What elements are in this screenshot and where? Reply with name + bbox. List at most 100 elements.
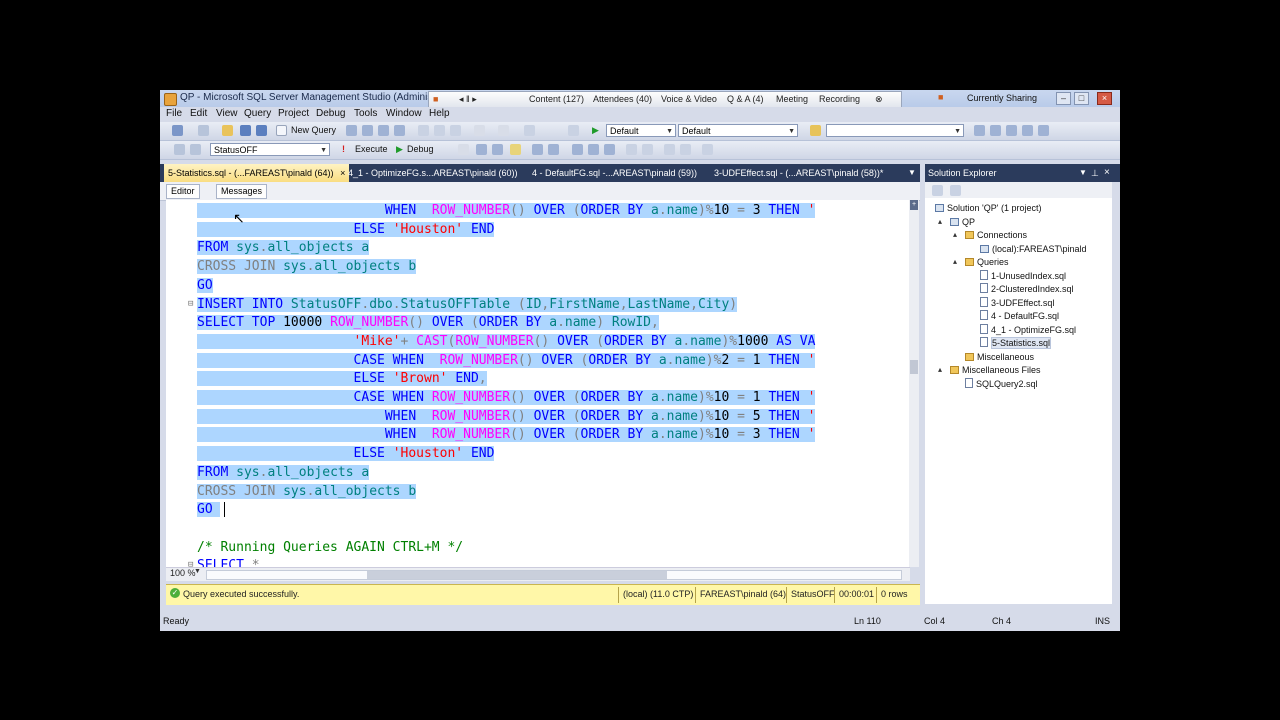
code-line[interactable]: CASE WHEN ROW_NUMBER() OVER (ORDER BY a.… — [197, 351, 816, 370]
object-explorer-icon[interactable] — [1022, 125, 1033, 136]
change-connection-icon[interactable] — [190, 144, 201, 155]
display-plan-icon[interactable] — [492, 144, 503, 155]
menu-project[interactable]: Project — [278, 108, 309, 119]
uncomment-icon[interactable] — [642, 144, 653, 155]
cut-icon[interactable] — [418, 125, 429, 136]
tree-item[interactable]: Miscellaneous — [965, 351, 1034, 363]
find-in-files-icon[interactable] — [810, 125, 821, 136]
execute-icon[interactable]: ! — [342, 144, 345, 154]
find-combo[interactable]: ▼ — [826, 124, 964, 137]
toolbar-options-icon[interactable] — [1038, 125, 1049, 136]
tree-item[interactable]: SQLQuery2.sql — [965, 377, 1038, 390]
share-qa[interactable]: Q & A (4) — [727, 94, 764, 104]
decrease-indent-icon[interactable] — [664, 144, 675, 155]
share-icon[interactable]: ■ — [433, 94, 438, 104]
share-recording[interactable]: Recording — [819, 94, 860, 104]
fold-toggle-icon[interactable]: ⊟ — [188, 560, 193, 567]
new-project-icon[interactable] — [172, 125, 183, 136]
menu-edit[interactable]: Edit — [190, 108, 207, 119]
code-line[interactable]: INSERT INTO StatusOFF.dbo.StatusOFFTable… — [197, 295, 738, 314]
code-line[interactable]: CROSS JOIN sys.all_objects b — [197, 482, 417, 501]
undo-icon[interactable] — [474, 125, 485, 136]
menu-window[interactable]: Window — [386, 108, 422, 119]
share-voice-video[interactable]: Voice & Video — [661, 94, 717, 104]
navigate-back-icon[interactable] — [524, 125, 535, 136]
share-attendees[interactable]: Attendees (40) — [593, 94, 652, 104]
mdx-query-icon[interactable] — [378, 125, 389, 136]
code-line[interactable]: WHEN ROW_NUMBER() OVER (ORDER BY a.name)… — [197, 407, 816, 426]
code-line[interactable]: WHEN ROW_NUMBER() OVER (ORDER BY a.name)… — [197, 201, 816, 220]
code-line[interactable]: /* Running Queries AGAIN CTRL+M */ — [197, 538, 463, 557]
pin-icon[interactable]: ⊥ — [1091, 164, 1099, 182]
client-stats-icon[interactable] — [548, 144, 559, 155]
redo-icon[interactable] — [498, 125, 509, 136]
maximize-button[interactable]: □ — [1074, 92, 1089, 105]
find-icon[interactable] — [568, 125, 579, 136]
split-icon[interactable]: + — [910, 200, 918, 210]
query-designer-icon[interactable] — [510, 144, 521, 155]
cancel-query-icon[interactable] — [458, 144, 469, 155]
connect-icon[interactable] — [174, 144, 185, 155]
copy-icon[interactable] — [434, 125, 445, 136]
share-meeting[interactable]: Meeting — [776, 94, 808, 104]
results-to-file-icon[interactable] — [604, 144, 615, 155]
code-line[interactable]: SELECT TOP 10000 ROW_NUMBER() OVER (ORDE… — [197, 313, 659, 332]
code-line[interactable]: GO — [197, 500, 221, 519]
tab-messages[interactable]: Messages — [216, 184, 268, 199]
sql-editor[interactable]: WHEN ROW_NUMBER() OVER (ORDER BY a.name)… — [166, 200, 909, 567]
tree-item[interactable]: 4 - DefaultFG.sql — [980, 310, 1059, 322]
tree-item[interactable]: (local):FAREAST\pinald — [980, 243, 1087, 255]
tab-editor[interactable]: Editor — [166, 184, 200, 199]
tree-item[interactable]: 5-Statistics.sql — [980, 337, 1052, 349]
analysis-query-icon[interactable] — [362, 125, 373, 136]
expand-arrow-icon[interactable]: ▴ — [953, 256, 957, 268]
open-file-icon[interactable] — [222, 125, 233, 136]
expand-arrow-icon[interactable]: ▴ — [953, 229, 957, 241]
tree-item[interactable]: ▴ Queries — [953, 256, 1009, 268]
code-line[interactable]: CASE WHEN ROW_NUMBER() OVER (ORDER BY a.… — [197, 388, 816, 407]
new-query-icon[interactable] — [276, 125, 287, 136]
horizontal-scrollbar[interactable] — [206, 570, 902, 580]
results-to-grid-icon[interactable] — [588, 144, 599, 155]
share-content[interactable]: Content (127) — [529, 94, 584, 104]
increase-indent-icon[interactable] — [680, 144, 691, 155]
execute-button[interactable]: Execute — [355, 144, 388, 154]
tree-item[interactable]: ▴ Miscellaneous Files — [938, 364, 1041, 376]
tab-overflow-icon[interactable]: ▼ — [908, 164, 916, 182]
tree-item[interactable]: ▴ QP — [938, 216, 975, 228]
tab-4-defaultfg[interactable]: 4 - DefaultFG.sql -...AREAST\pinald (59)… — [532, 164, 697, 182]
code-line[interactable]: WHEN ROW_NUMBER() OVER (ORDER BY a.name)… — [197, 425, 816, 444]
new-query-button[interactable]: New Query — [291, 125, 336, 135]
close-button[interactable]: × — [1097, 92, 1112, 105]
zoom-level[interactable]: 100 % — [170, 568, 196, 578]
tree-item[interactable]: 3-UDFEffect.sql — [980, 296, 1054, 309]
tab-3-udfeffect[interactable]: 3-UDFEffect.sql - (...AREAST\pinald (58)… — [714, 164, 883, 182]
code-line[interactable]: GO — [197, 276, 213, 295]
database-engine-query-icon[interactable] — [346, 125, 357, 136]
vertical-scrollbar[interactable]: + — [909, 200, 919, 567]
save-icon[interactable] — [240, 125, 251, 136]
menu-help[interactable]: Help — [429, 108, 450, 119]
playback-controls-icon[interactable]: ◂ ‖ ▸ — [459, 94, 477, 105]
code-line[interactable]: ELSE 'Houston' END — [197, 444, 495, 463]
parse-icon[interactable] — [476, 144, 487, 155]
start-debug-icon[interactable]: ▶ — [592, 125, 599, 136]
menu-debug[interactable]: Debug — [316, 108, 345, 119]
menu-query[interactable]: Query — [244, 108, 271, 119]
close-icon[interactable]: × — [1104, 164, 1110, 182]
available-databases-combo[interactable]: StatusOFF ▼ — [210, 143, 330, 156]
code-line[interactable]: FROM sys.all_objects a — [197, 238, 370, 257]
code-line[interactable]: 'Mike'+ CAST(ROW_NUMBER() OVER (ORDER BY… — [197, 332, 816, 351]
code-line[interactable]: SELECT * — [197, 556, 260, 567]
platform-combo[interactable]: Default ▼ — [678, 124, 798, 137]
toolbox-icon[interactable] — [1006, 125, 1017, 136]
results-to-text-icon[interactable] — [572, 144, 583, 155]
tab-5-statistics[interactable]: 5-Statistics.sql - (...FAREAST\pinald (6… — [164, 164, 350, 182]
solution-explorer-icon[interactable] — [974, 125, 985, 136]
share-close-icon[interactable]: ⊗ — [875, 94, 883, 105]
tree-item[interactable]: 1-UnusedIndex.sql — [980, 269, 1066, 282]
debug-button[interactable]: Debug — [407, 144, 434, 154]
vertical-scroll-thumb[interactable] — [910, 360, 918, 374]
show-all-files-icon[interactable] — [950, 185, 961, 196]
menu-file[interactable]: File — [166, 108, 182, 119]
